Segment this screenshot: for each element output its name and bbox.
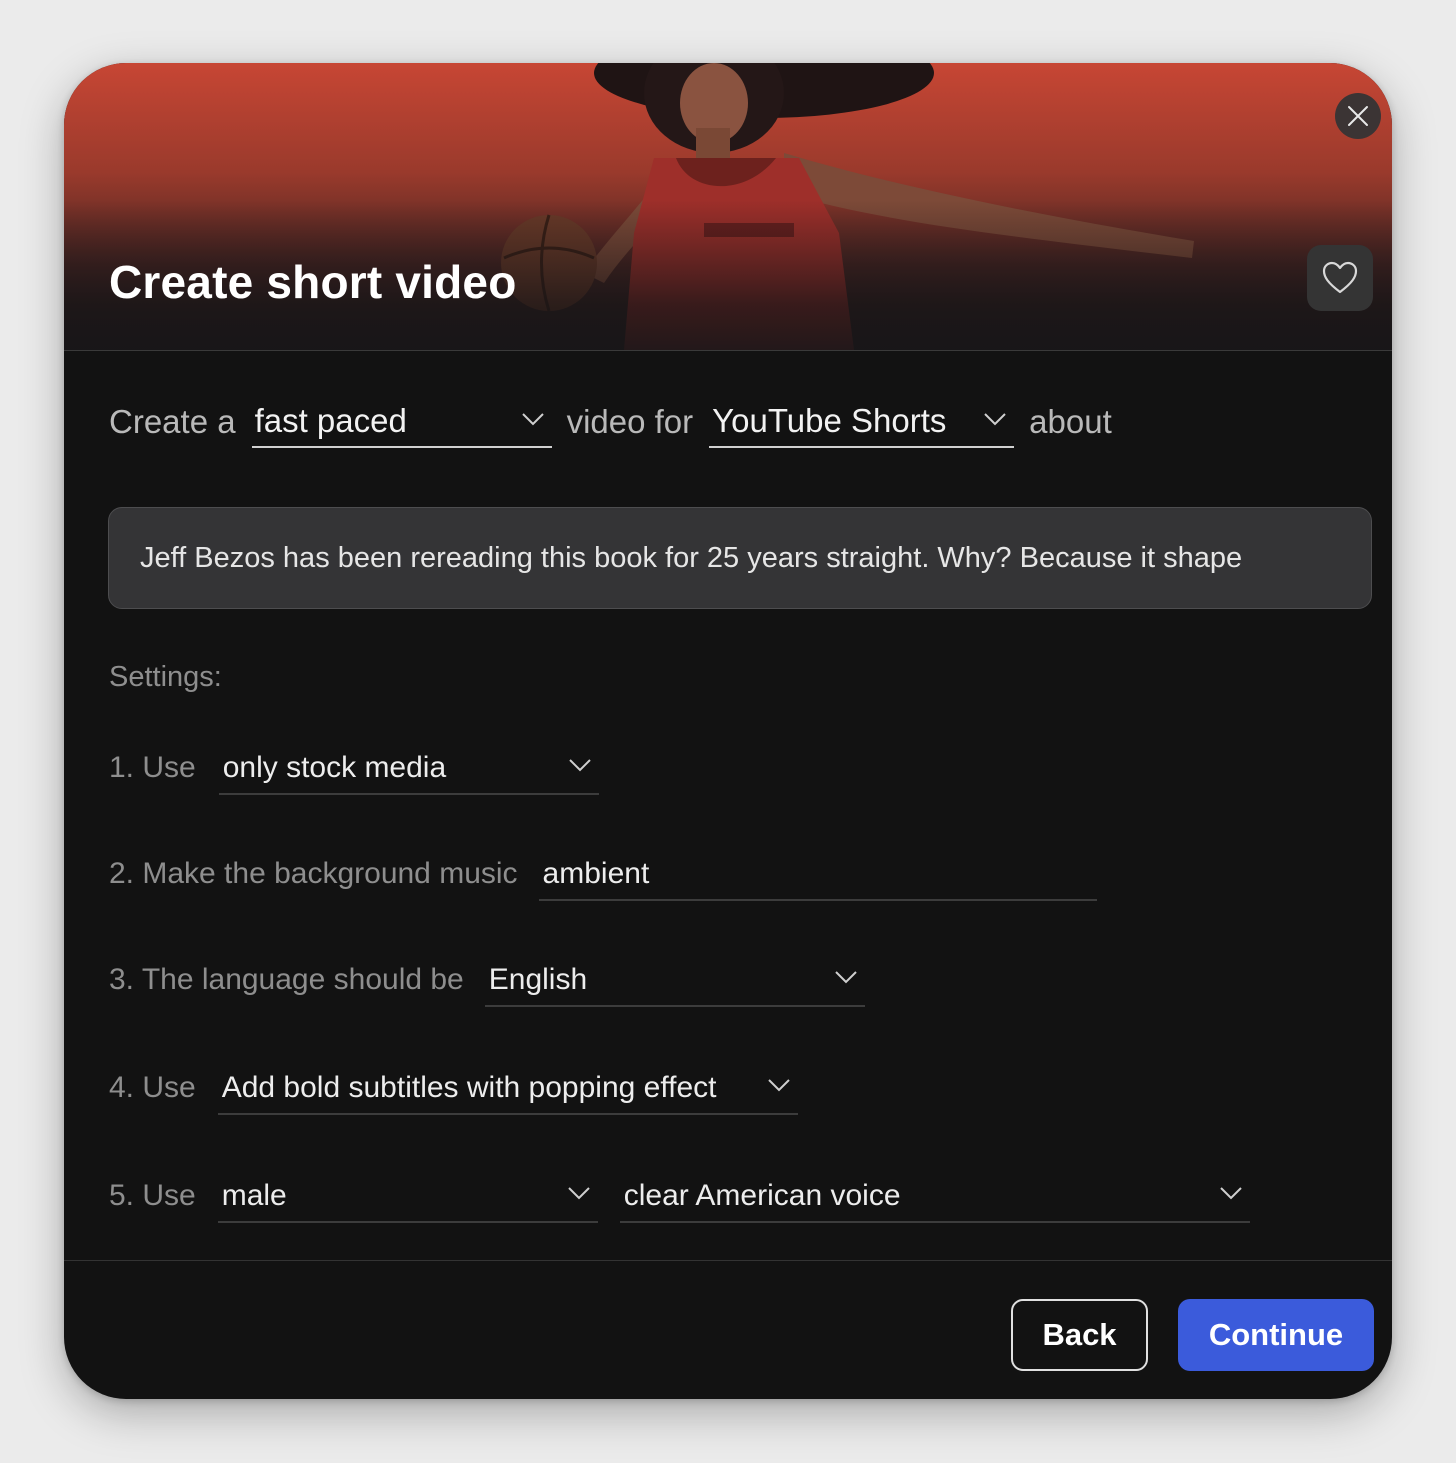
prompt-suffix: about <box>1029 403 1112 440</box>
topic-text: Jeff Bezos has been rereading this book … <box>140 541 1243 574</box>
chevron-down-icon <box>768 1079 790 1092</box>
chevron-down-icon <box>984 413 1006 426</box>
prompt-sentence: Create a fast paced video for YouTube Sh… <box>109 396 1349 448</box>
subtitles-value: Add bold subtitles with popping effect <box>221 1071 717 1104</box>
voice-style-value: clear American voice <box>623 1179 901 1212</box>
language-label: 3. The language should be <box>109 963 464 996</box>
pace-value: fast paced <box>254 402 407 439</box>
media-value: only stock media <box>222 751 447 784</box>
setting-row-media: 1. Use only stock media <box>109 743 599 795</box>
music-value: ambient <box>542 857 650 890</box>
platform-select[interactable]: YouTube Shorts <box>709 396 1015 448</box>
hero-banner: Create short video <box>64 63 1392 351</box>
voice-label: 5. Use <box>109 1179 196 1212</box>
setting-row-music: 2. Make the background music ambient <box>109 849 1097 901</box>
setting-row-voice: 5. Use male clear American voice <box>109 1171 1250 1223</box>
media-label: 1. Use <box>109 751 196 784</box>
topic-input[interactable]: Jeff Bezos has been rereading this book … <box>108 507 1372 609</box>
music-label: 2. Make the background music <box>109 857 518 890</box>
pace-select[interactable]: fast paced <box>251 396 552 448</box>
language-value: English <box>488 963 588 996</box>
voice-gender-value: male <box>221 1179 287 1212</box>
chevron-down-icon <box>569 759 591 772</box>
setting-row-language: 3. The language should be English <box>109 955 865 1007</box>
close-button[interactable] <box>1335 93 1381 139</box>
create-video-modal: Create short video Create a fast paced v… <box>64 63 1392 1399</box>
close-icon <box>1348 106 1368 126</box>
footer-divider <box>64 1260 1392 1261</box>
modal-title: Create short video <box>109 256 517 308</box>
media-select[interactable]: only stock media <box>218 743 599 795</box>
chevron-down-icon <box>568 1187 590 1200</box>
platform-value: YouTube Shorts <box>712 402 947 439</box>
language-select[interactable]: English <box>484 955 865 1007</box>
voice-gender-select[interactable]: male <box>217 1171 598 1223</box>
chevron-down-icon <box>835 971 857 984</box>
subtitles-select[interactable]: Add bold subtitles with popping effect <box>217 1063 798 1115</box>
back-button[interactable]: Back <box>1011 1299 1148 1371</box>
chevron-down-icon <box>521 413 544 426</box>
prompt-prefix: Create a <box>109 403 236 440</box>
music-input[interactable]: ambient <box>538 849 1097 901</box>
setting-row-subtitles: 4. Use Add bold subtitles with popping e… <box>109 1063 798 1115</box>
subtitles-label: 4. Use <box>109 1071 196 1104</box>
voice-style-select[interactable]: clear American voice <box>619 1171 1250 1223</box>
settings-label: Settings: <box>109 661 222 693</box>
heart-icon <box>1322 261 1358 294</box>
prompt-middle: video for <box>566 403 694 440</box>
continue-button[interactable]: Continue <box>1178 1299 1374 1371</box>
favorite-button[interactable] <box>1307 245 1373 311</box>
chevron-down-icon <box>1220 1187 1242 1200</box>
